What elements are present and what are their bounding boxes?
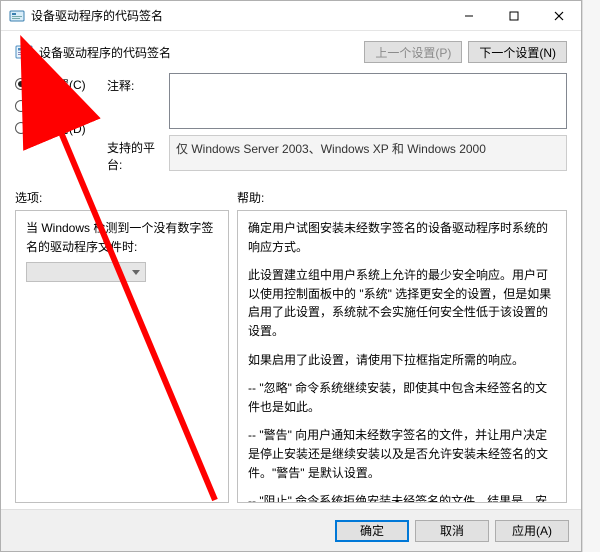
minimize-button[interactable]: [446, 1, 491, 30]
section-labels: 选项: 帮助:: [15, 189, 567, 206]
radio-dot-icon: [15, 122, 27, 134]
radio-not-configured[interactable]: 未配置(C): [15, 73, 107, 95]
radio-dot-icon: [15, 100, 27, 112]
ok-button[interactable]: 确定: [335, 520, 409, 542]
previous-setting-button[interactable]: 上一个设置(P): [364, 41, 462, 63]
policy-title: 设备驱动程序的代码签名: [39, 44, 171, 61]
options-pane: 当 Windows 检测到一个没有数字签名的驱动程序文件时:: [15, 210, 229, 503]
next-setting-label: 下一个设置(N): [479, 44, 556, 61]
comment-label: 注释:: [107, 73, 169, 129]
config-row: 未配置(C) 已启用(E) 已禁用(D) 注释:: [15, 73, 567, 173]
background-window-strip: [582, 0, 600, 552]
dialog-window: 设备驱动程序的代码签名 设备驱动程序的代码签名 上一个设置(P): [0, 0, 582, 552]
apply-button-label: 应用(A): [512, 522, 552, 539]
help-pane[interactable]: 确定用户试图安装未经数字签名的设备驱动程序时系统的响应方式。 此设置建立组中用户…: [237, 210, 567, 503]
options-section-label: 选项:: [15, 189, 237, 206]
help-paragraph: -- "阻止" 命令系统拒绝安装未经签名的文件。结果是，安装将停止，而且将不安装…: [248, 492, 556, 503]
close-button[interactable]: [536, 1, 581, 30]
options-dropdown[interactable]: [26, 262, 146, 282]
ok-button-label: 确定: [360, 522, 384, 539]
next-setting-button[interactable]: 下一个设置(N): [468, 41, 567, 63]
cancel-button[interactable]: 取消: [415, 520, 489, 542]
help-paragraph: 此设置建立组中用户系统上允许的最少安全响应。用户可以使用控制面板中的 "系统" …: [248, 266, 556, 340]
radio-not-configured-label: 未配置(C): [33, 76, 86, 93]
app-icon: [9, 8, 25, 24]
window-title: 设备驱动程序的代码签名: [31, 7, 446, 24]
radio-dot-icon: [15, 78, 27, 90]
radio-disabled[interactable]: 已禁用(D): [15, 117, 107, 139]
help-paragraph: -- "警告" 向用户通知未经数字签名的文件，并让用户决定是停止安装还是继续安装…: [248, 426, 556, 482]
maximize-button[interactable]: [491, 1, 536, 30]
titlebar: 设备驱动程序的代码签名: [1, 1, 581, 31]
platform-box: 仅 Windows Server 2003、Windows XP 和 Windo…: [169, 135, 567, 171]
options-text: 当 Windows 检测到一个没有数字签名的驱动程序文件时:: [26, 219, 218, 256]
content-area: 设备驱动程序的代码签名 上一个设置(P) 下一个设置(N) 未配置(C) 已启用…: [1, 31, 581, 509]
help-paragraph: -- "忽略" 命令系统继续安装，即使其中包含未经签名的文件也是如此。: [248, 379, 556, 416]
cancel-button-label: 取消: [440, 522, 464, 539]
help-paragraph: 如果启用了此设置，请使用下拉框指定所需的响应。: [248, 351, 556, 370]
radio-disabled-label: 已禁用(D): [33, 120, 86, 137]
radio-group: 未配置(C) 已启用(E) 已禁用(D): [15, 73, 107, 173]
platform-label: 支持的平台:: [107, 135, 169, 173]
help-section-label: 帮助:: [237, 189, 264, 206]
previous-setting-label: 上一个设置(P): [375, 44, 451, 61]
panes: 当 Windows 检测到一个没有数字签名的驱动程序文件时: 确定用户试图安装未…: [15, 210, 567, 503]
help-paragraph: 确定用户试图安装未经数字签名的设备驱动程序时系统的响应方式。: [248, 219, 556, 256]
comment-textarea[interactable]: [169, 73, 567, 129]
footer: 确定 取消 应用(A): [1, 509, 581, 551]
header-row: 设备驱动程序的代码签名 上一个设置(P) 下一个设置(N): [15, 41, 567, 63]
radio-enabled-label: 已启用(E): [33, 98, 85, 115]
apply-button[interactable]: 应用(A): [495, 520, 569, 542]
policy-icon: [15, 43, 33, 61]
platform-value: 仅 Windows Server 2003、Windows XP 和 Windo…: [176, 142, 486, 156]
radio-enabled[interactable]: 已启用(E): [15, 95, 107, 117]
